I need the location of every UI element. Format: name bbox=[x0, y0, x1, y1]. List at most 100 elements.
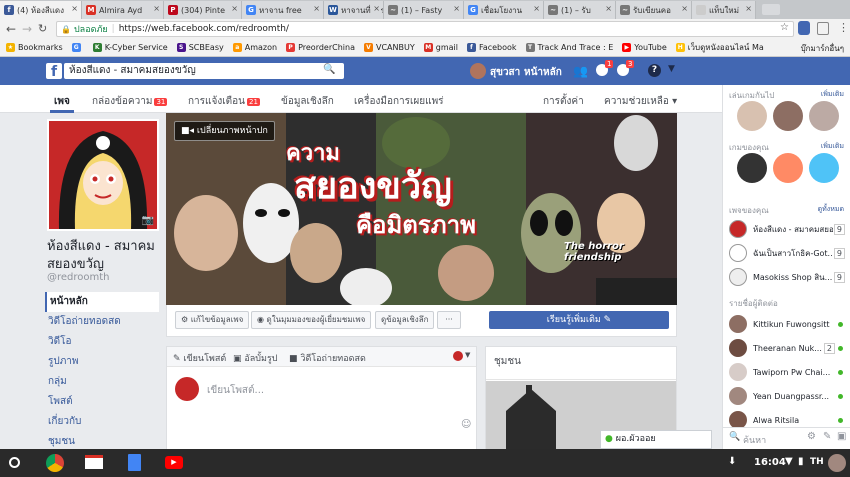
change-cover-button[interactable]: ■◂ เปลี่ยนภาพหน้าปก bbox=[174, 121, 275, 141]
friend-avatar[interactable] bbox=[809, 101, 839, 131]
tab-inbox[interactable]: กล่องข้อความ 31 bbox=[92, 94, 168, 109]
page-nav-item[interactable]: กลุ่ม bbox=[45, 372, 159, 392]
close-icon[interactable]: × bbox=[151, 4, 160, 13]
tab-page[interactable]: เพจ bbox=[54, 94, 70, 109]
browser-tab[interactable]: ~ (1) – รับ × bbox=[544, 1, 616, 19]
launcher-icon[interactable] bbox=[9, 457, 20, 468]
page-list-item[interactable]: ห้องสีแดง - สมาคมสยอ... 9 bbox=[729, 219, 849, 239]
bookmark-item[interactable]: V VCANBUY bbox=[363, 41, 415, 54]
tab-help[interactable]: ความช่วยเหลือ ▾ bbox=[604, 94, 677, 109]
docs-icon[interactable] bbox=[128, 454, 141, 471]
tab-insights[interactable]: ข้อมูลเชิงลึก bbox=[281, 94, 334, 109]
search-icon[interactable]: 🔍 bbox=[323, 64, 335, 75]
download-icon[interactable]: ⬇ bbox=[728, 456, 736, 467]
youtube-icon[interactable]: ▶ bbox=[165, 456, 183, 469]
tab-publishing-tools[interactable]: เครื่องมือการเผยแพร่ bbox=[354, 94, 444, 109]
friends-icon[interactable]: 👥 bbox=[573, 64, 588, 78]
video-call-icon[interactable]: ▣ bbox=[837, 431, 846, 442]
browser-tab[interactable]: f (4) ห้องสีแดง × bbox=[0, 1, 82, 19]
new-tab-button[interactable] bbox=[762, 4, 780, 15]
bookmark-item[interactable]: K K-Cyber Service bbox=[92, 41, 168, 54]
learn-more-button[interactable]: เรียนรู้เพิ่มเติม ✎ bbox=[489, 311, 669, 329]
play-games-more[interactable]: เพิ่มเติม bbox=[821, 89, 844, 100]
bookmark-item[interactable]: H เว็บดูหนังออนไลน์ Ma bbox=[675, 41, 764, 54]
browser-tab[interactable]: แท็บใหม่ × bbox=[692, 1, 756, 19]
more-options-button[interactable]: ··· bbox=[437, 311, 461, 329]
view-insights-button[interactable]: ดูข้อมูลเชิงลึก bbox=[375, 311, 435, 329]
composer-tab-photo[interactable]: ▣ อัลบั้มรูป bbox=[233, 351, 278, 365]
browser-tab[interactable]: ~ (1) – Fasty × bbox=[384, 1, 464, 19]
composer-input[interactable]: เขียนโพสต์... bbox=[207, 383, 264, 398]
gmail-icon[interactable] bbox=[85, 455, 103, 469]
forward-icon[interactable]: → bbox=[22, 22, 32, 36]
extension-icon[interactable] bbox=[817, 22, 829, 35]
browser-tab[interactable]: G หาจาน free × bbox=[242, 1, 324, 19]
facebook-logo-icon[interactable]: f bbox=[46, 63, 62, 80]
page-nav-item[interactable]: วิดีโอ bbox=[45, 332, 159, 352]
close-icon[interactable]: × bbox=[679, 4, 688, 13]
composer-tab-live[interactable]: ■ วิดีโอถ่ายทอดสด bbox=[289, 351, 366, 365]
camera-icon[interactable]: 📷 bbox=[142, 215, 154, 226]
bookmark-item[interactable]: T Track And Trace : E bbox=[525, 41, 613, 54]
game-icon[interactable] bbox=[809, 153, 839, 183]
help-icon[interactable]: ? bbox=[648, 64, 661, 77]
your-games-more[interactable]: เพิ่มเติม bbox=[821, 141, 844, 152]
wifi-icon[interactable]: ▼ bbox=[785, 456, 793, 467]
bookmark-item[interactable]: G bbox=[71, 41, 84, 54]
your-pages-all[interactable]: ดูทั้งหมด bbox=[818, 204, 844, 215]
close-icon[interactable]: × bbox=[603, 4, 612, 13]
browser-tab[interactable]: W หาจานที่ควร × bbox=[324, 1, 384, 19]
page-nav-item[interactable]: เกี่ยวกับ bbox=[45, 412, 159, 432]
friend-avatar[interactable] bbox=[737, 101, 767, 131]
bookmark-item[interactable]: S SCBEasy bbox=[176, 41, 224, 54]
bookmark-item[interactable]: ▶ YouTube bbox=[622, 41, 667, 54]
home-link[interactable]: หน้าหลัก bbox=[524, 65, 562, 80]
close-icon[interactable]: × bbox=[531, 4, 540, 13]
contact-item[interactable]: Theeranan Nuk... 2 bbox=[729, 338, 849, 358]
battery-icon[interactable]: ▮ bbox=[798, 456, 804, 467]
tab-notifications[interactable]: การแจ้งเตือน 21 bbox=[188, 94, 260, 109]
star-icon[interactable]: ☆ bbox=[780, 22, 789, 33]
chat-tab[interactable]: ● ผอ.ผัวออย bbox=[600, 430, 712, 449]
close-icon[interactable]: × bbox=[371, 4, 380, 13]
bookmark-item[interactable]: P PreorderChina bbox=[286, 41, 355, 54]
close-icon[interactable]: × bbox=[229, 4, 238, 13]
new-message-icon[interactable]: ✎ bbox=[823, 431, 831, 442]
view-as-visitor-button[interactable]: ◉ ดูในมุมมองของผู้เยี่ยมชมเพจ bbox=[251, 311, 372, 329]
chevron-down-icon[interactable]: ▼ bbox=[465, 351, 470, 359]
bookmark-item[interactable]: Mgmail bbox=[423, 41, 458, 54]
clock[interactable]: 16:04 bbox=[754, 457, 786, 468]
close-icon[interactable]: × bbox=[451, 4, 460, 13]
friend-avatar[interactable] bbox=[773, 101, 803, 131]
page-list-item[interactable]: ฉันเป็นสาวโกธิค-Got... 9 bbox=[729, 243, 849, 263]
user-name[interactable]: สุขวสา bbox=[490, 65, 520, 80]
search-input[interactable]: ห้องสีแดง - สมาคมสยองขวัญ bbox=[64, 63, 344, 79]
reload-icon[interactable]: ↻ bbox=[38, 22, 47, 35]
contact-item[interactable]: Kittikun Fuwongsitt bbox=[729, 314, 849, 334]
contacts-search-input[interactable]: ค้นหา bbox=[743, 433, 766, 447]
page-nav-item[interactable]: หน้าหลัก bbox=[45, 292, 159, 312]
account-avatar[interactable] bbox=[828, 454, 846, 472]
game-icon[interactable] bbox=[773, 153, 803, 183]
input-language[interactable]: TH bbox=[810, 457, 824, 467]
tab-settings[interactable]: การตั้งค่า bbox=[543, 94, 584, 109]
bookmark-item[interactable]: a Amazon bbox=[232, 41, 277, 54]
chevron-down-icon[interactable]: ▼ bbox=[668, 64, 675, 74]
gear-icon[interactable]: ⚙ bbox=[807, 431, 816, 442]
bookmark-item[interactable]: ★ Bookmarks bbox=[6, 41, 63, 54]
contact-item[interactable]: Yean Duangpassr... bbox=[729, 386, 849, 406]
page-avatar-icon[interactable] bbox=[453, 351, 463, 361]
page-nav-item[interactable]: วิดีโอถ่ายทอดสด bbox=[45, 312, 159, 332]
back-icon[interactable]: ← bbox=[6, 22, 16, 36]
browser-tab[interactable]: M Almira Ayd × bbox=[82, 1, 164, 19]
page-nav-item[interactable]: รูปภาพ bbox=[45, 352, 159, 372]
page-nav-item[interactable]: โพสต์ bbox=[45, 392, 159, 412]
game-icon[interactable] bbox=[737, 153, 767, 183]
edit-page-button[interactable]: ⚙ แก้ไขข้อมูลเพจ bbox=[175, 311, 250, 329]
page-list-item[interactable]: Masokiss Shop สิน... 9 bbox=[729, 267, 849, 287]
chrome-icon[interactable] bbox=[46, 454, 64, 472]
browser-tab[interactable]: G เชื่อมโยงาน × bbox=[464, 1, 544, 19]
contact-item[interactable]: Tawiporn Pw Chai... bbox=[729, 362, 849, 382]
bookmark-item[interactable]: f Facebook bbox=[466, 41, 517, 54]
profile-picture[interactable]: 📷 bbox=[47, 119, 159, 231]
